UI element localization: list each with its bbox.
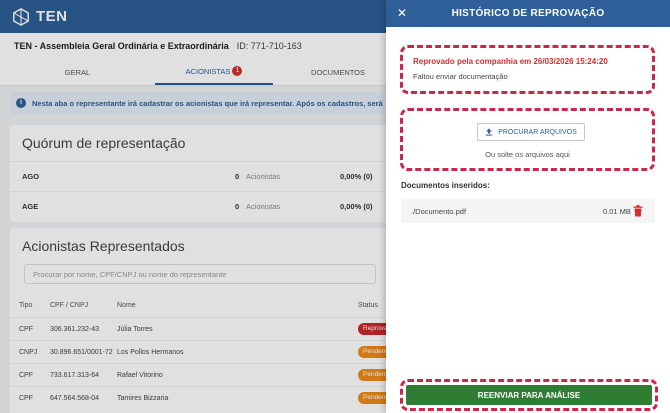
modal-overlay[interactable] [0, 0, 386, 413]
documents-label: Documentos inseridos: [401, 181, 490, 190]
drawer-header: ✕ HISTÓRICO DE REPROVAÇÃO [386, 0, 670, 27]
trash-icon[interactable] [633, 205, 643, 217]
drawer-title: HISTÓRICO DE REPROVAÇÃO [451, 8, 605, 19]
resubmit-label: REENVIAR PARA ANÁLISE [477, 390, 581, 400]
drop-text: Ou solte os arquivos aqui [485, 150, 570, 159]
rejection-highlight: Reprovado pela companhia em 26/03/2026 1… [400, 45, 655, 94]
rejection-reason: Faltou enviar documentação [413, 72, 508, 81]
document-item: ./Documento.pdf 0.01 MB [401, 199, 655, 223]
resubmit-button[interactable]: REENVIAR PARA ANÁLISE [406, 385, 652, 405]
upload-dropzone[interactable]: PROCURAR ARQUIVOS Ou solte os arquivos a… [400, 108, 655, 171]
rejection-info: Reprovado pela companhia em 26/03/2026 1… [407, 52, 648, 87]
browse-files-button[interactable]: PROCURAR ARQUIVOS [477, 123, 585, 141]
document-size: 0.01 MB [603, 207, 631, 216]
rejection-history-drawer: ✕ HISTÓRICO DE REPROVAÇÃO Reprovado pela… [386, 0, 670, 413]
rejection-title: Reprovado pela companhia em 26/03/2026 1… [413, 57, 608, 66]
browse-files-label: PROCURAR ARQUIVOS [498, 128, 577, 136]
document-name: ./Documento.pdf [411, 207, 467, 216]
submit-highlight: REENVIAR PARA ANÁLISE [400, 379, 658, 411]
upload-icon [486, 128, 493, 136]
